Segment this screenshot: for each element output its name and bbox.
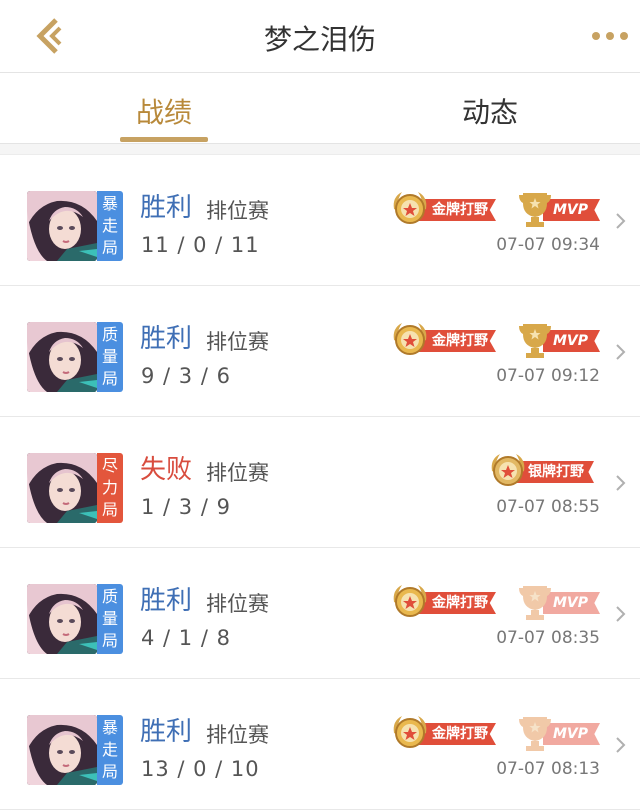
tab-feed[interactable]: 动态 [462,91,518,131]
match-kda: 9 / 3 / 6 [141,364,231,388]
chevron-right-icon [616,475,626,491]
match-tag-badge: 质量局 [97,322,123,392]
match-tag-badge: 暴走局 [97,715,123,785]
badge-char: 局 [101,238,118,257]
chevron-right-icon [616,213,626,229]
active-tab-indicator [120,137,208,142]
hero-avatar [27,715,97,785]
gold-medal-icon [390,320,430,360]
match-tag-badge: 尽力局 [97,453,123,523]
trophy-icon [517,582,553,622]
match-mode: 排位赛 [206,592,269,616]
hero-avatar [27,191,97,261]
match-kda: 4 / 1 / 8 [141,626,231,650]
match-result: 胜利 [140,586,193,616]
badge-char: 量 [101,347,118,366]
match-mode: 排位赛 [206,330,269,354]
match-mode: 排位赛 [206,461,269,485]
match-time: 07-07 09:34 [496,235,600,255]
badge-char: 尽 [101,456,118,475]
chevron-right-icon [616,606,626,622]
match-time: 07-07 08:13 [496,759,600,779]
badge-char: 局 [101,369,118,388]
match-kda: 1 / 3 / 9 [141,495,231,519]
match-tag-badge: 质量局 [97,584,123,654]
silver-medal-icon [488,451,528,491]
badge-char: 走 [101,740,118,759]
match-time: 07-07 08:55 [496,497,600,517]
hero-avatar [27,584,97,654]
badge-char: 质 [101,325,118,344]
more-dots-icon[interactable] [590,26,630,46]
match-result: 失败 [140,455,193,485]
tab-bar: 战绩 动态 [0,73,640,144]
badge-char: 局 [101,631,118,650]
badge-char: 局 [101,500,118,519]
chevron-right-icon [616,344,626,360]
match-result: 胜利 [140,193,193,223]
match-mode: 排位赛 [206,723,269,747]
match-result: 胜利 [140,324,193,354]
match-row[interactable]: 暴走局胜利 排位赛 11 / 0 / 11 金牌打野 MVP 07-07 09:34 [0,155,640,286]
trophy-icon [517,713,553,753]
match-kda: 13 / 0 / 10 [141,757,260,781]
badge-char: 走 [101,216,118,235]
badge-char: 质 [101,587,118,606]
hero-avatar [27,322,97,392]
chevron-right-icon [616,737,626,753]
match-kda: 11 / 0 / 11 [141,233,260,257]
trophy-icon [517,320,553,360]
match-time: 07-07 09:12 [496,366,600,386]
page-title: 梦之泪伤 [263,23,376,56]
badge-char: 局 [101,762,118,781]
match-row[interactable]: 质量局胜利 排位赛 9 / 3 / 6 金牌打野 MVP 07-07 09:12 [0,286,640,417]
trophy-icon [517,189,553,229]
gold-medal-icon [390,582,430,622]
match-mode: 排位赛 [206,199,269,223]
gold-medal-icon [390,189,430,229]
match-list: 暴走局胜利 排位赛 11 / 0 / 11 金牌打野 MVP 07-07 09:34 质量局… [0,155,640,810]
section-divider [0,144,640,155]
match-result: 胜利 [140,717,193,747]
hero-avatar [27,453,97,523]
gold-medal-icon [390,713,430,753]
tab-record[interactable]: 战绩 [136,91,192,131]
top-bar: 梦之泪伤 [0,0,640,73]
match-time: 07-07 08:35 [496,628,600,648]
match-tag-badge: 暴走局 [97,191,123,261]
badge-char: 暴 [101,194,118,213]
badge-char: 力 [101,478,118,497]
match-row[interactable]: 暴走局胜利 排位赛 13 / 0 / 10 金牌打野 MVP 07-07 08:13 [0,679,640,810]
badge-char: 量 [101,609,118,628]
match-row[interactable]: 尽力局失败 排位赛 1 / 3 / 9 银牌打野 07-07 08:55 [0,417,640,548]
badge-char: 暴 [101,718,118,737]
match-row[interactable]: 质量局胜利 排位赛 4 / 1 / 8 金牌打野 MVP 07-07 08:35 [0,548,640,679]
